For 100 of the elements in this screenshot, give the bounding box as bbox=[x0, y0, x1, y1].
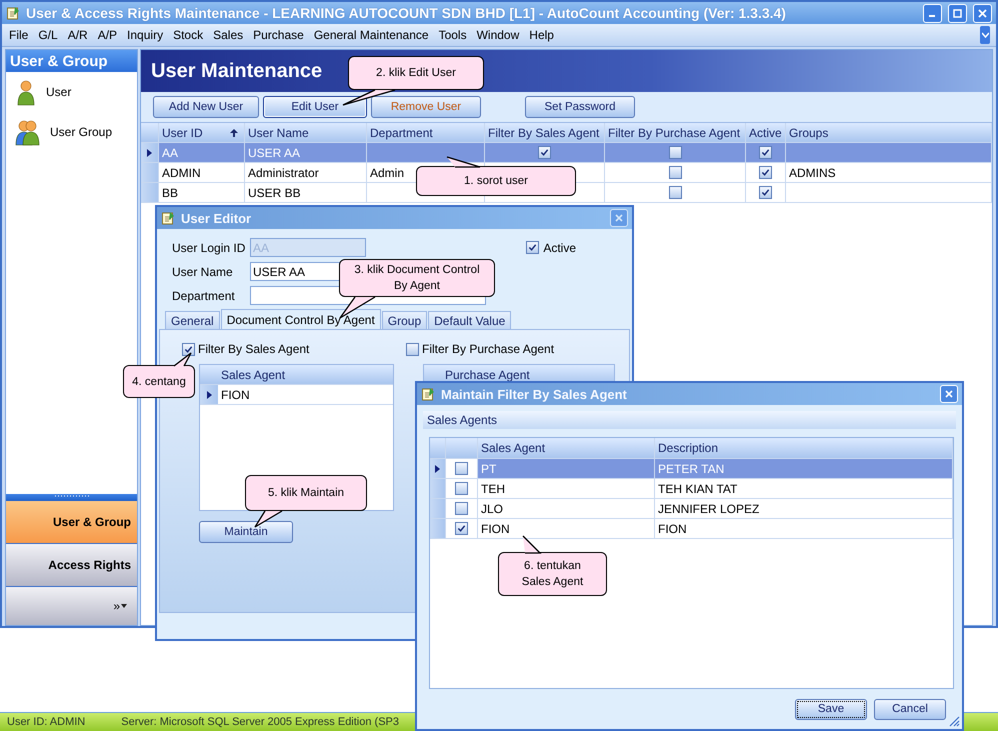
tab[interactable]: General bbox=[165, 311, 220, 329]
row-indicator[interactable] bbox=[430, 459, 446, 479]
row-indicator[interactable] bbox=[141, 143, 159, 163]
sidebar-item[interactable]: User Group bbox=[50, 125, 112, 139]
column-header[interactable]: Sales Agent bbox=[218, 365, 393, 385]
column-header[interactable]: Groups bbox=[786, 123, 992, 143]
status-text: User ID: ADMIN bbox=[7, 716, 86, 728]
close-icon[interactable] bbox=[940, 385, 958, 403]
menu-item[interactable]: File bbox=[8, 28, 30, 42]
callout-note: 6. tentukan Sales Agent bbox=[498, 552, 607, 596]
minimize-icon[interactable] bbox=[923, 4, 942, 22]
checkbox[interactable] bbox=[455, 502, 468, 515]
toolbar-button[interactable]: Add New User bbox=[153, 96, 259, 118]
input-field[interactable]: USER AA bbox=[250, 262, 340, 281]
checkbox-label: Filter By Sales Agent bbox=[198, 342, 310, 356]
checkbox[interactable] bbox=[406, 342, 419, 356]
menu-item[interactable]: A/P bbox=[96, 28, 118, 42]
dialog-title: Maintain Filter By Sales Agent bbox=[441, 386, 628, 402]
nav-button[interactable]: Access Rights bbox=[6, 544, 137, 587]
close-icon[interactable] bbox=[973, 4, 992, 22]
table-cell: PT bbox=[478, 459, 655, 479]
header-corner bbox=[141, 123, 159, 143]
dialog-button[interactable]: Cancel bbox=[874, 698, 946, 720]
checkbox[interactable] bbox=[668, 146, 682, 159]
table-cell: FION bbox=[655, 519, 953, 539]
maximize-icon[interactable] bbox=[948, 4, 967, 22]
tab[interactable]: Default Value bbox=[428, 311, 512, 329]
notepad-icon bbox=[161, 211, 175, 225]
column-header[interactable]: Active bbox=[746, 123, 786, 143]
menu-item[interactable]: Sales bbox=[212, 28, 244, 42]
column-header[interactable]: User ID bbox=[159, 123, 245, 143]
resize-grip-icon[interactable] bbox=[948, 715, 960, 727]
notepad-icon bbox=[421, 387, 435, 401]
menu-item[interactable]: Help bbox=[528, 28, 555, 42]
table-cell: USER BB bbox=[245, 183, 367, 203]
checkbox-label: Active bbox=[543, 240, 576, 254]
notepad-icon bbox=[6, 6, 20, 20]
current-row-icon bbox=[206, 390, 212, 398]
toolbar-button[interactable]: Set Password bbox=[525, 96, 635, 118]
dialog-title: User Editor bbox=[181, 210, 252, 226]
toolbar-button[interactable]: Edit User bbox=[263, 96, 367, 118]
menu-item[interactable]: Inquiry bbox=[126, 28, 164, 42]
table-cell: JENNIFER LOPEZ bbox=[655, 499, 953, 519]
tab[interactable]: Group bbox=[382, 311, 428, 329]
nav-button[interactable]: User & Group bbox=[6, 501, 137, 544]
column-header[interactable]: Filter By Sales Agent bbox=[485, 123, 605, 143]
table-cell: BB bbox=[159, 183, 245, 203]
menu-item[interactable]: Tools bbox=[438, 28, 468, 42]
column-header[interactable]: Department bbox=[367, 123, 485, 143]
more-button[interactable]: » bbox=[113, 599, 120, 613]
menu-item[interactable]: G/L bbox=[37, 28, 59, 42]
checkbox[interactable] bbox=[668, 166, 682, 179]
checkbox[interactable] bbox=[759, 166, 772, 179]
group-title: Sales Agents bbox=[423, 411, 956, 429]
table-cell: JLO bbox=[478, 499, 655, 519]
checkbox[interactable] bbox=[526, 241, 540, 254]
checkbox[interactable] bbox=[455, 482, 468, 495]
column-header[interactable]: Filter By Purchase Agent bbox=[605, 123, 746, 143]
menu-item[interactable]: General Maintenance bbox=[312, 28, 430, 42]
header-corner bbox=[430, 438, 446, 459]
field-label: Department bbox=[172, 288, 236, 302]
checkbox[interactable] bbox=[668, 186, 682, 199]
table-cell: FION bbox=[218, 385, 393, 405]
page-title: User Maintenance bbox=[151, 60, 322, 82]
column-header[interactable]: User Name bbox=[245, 123, 367, 143]
maintain-button[interactable]: Maintain bbox=[199, 521, 293, 543]
checkbox[interactable] bbox=[759, 186, 772, 199]
table-cell: PETER TAN bbox=[655, 459, 953, 479]
field-label: User Name bbox=[172, 264, 234, 278]
sidebar-item[interactable]: User bbox=[46, 85, 72, 99]
checkbox[interactable] bbox=[455, 522, 468, 535]
header-corner bbox=[200, 365, 218, 385]
current-row-icon bbox=[147, 148, 152, 156]
table-cell: TEH bbox=[478, 479, 655, 499]
tab[interactable]: Document Control By Agent bbox=[220, 309, 381, 329]
dialog-button[interactable]: Save bbox=[795, 698, 867, 720]
checkbox[interactable] bbox=[182, 342, 195, 356]
field-label: User Login ID bbox=[172, 240, 246, 254]
window-title: User & Access Rights Maintenance - LEARNING AUTOCOUNT SDN BHD [L1] - AutoCount Accounting (Ver: 1.3.3.4) bbox=[26, 5, 787, 21]
row-indicator[interactable] bbox=[200, 385, 218, 405]
grip-dots-icon bbox=[54, 494, 88, 498]
menu-item[interactable]: A/R bbox=[66, 28, 89, 42]
table-cell: USER AA bbox=[245, 143, 367, 163]
column-header[interactable]: Description bbox=[655, 438, 953, 459]
menu-item[interactable]: Purchase bbox=[252, 28, 305, 42]
chevron-icon[interactable] bbox=[980, 26, 990, 44]
table-cell: ADMIN bbox=[159, 163, 245, 183]
splitter-bar[interactable] bbox=[6, 493, 137, 501]
checkbox[interactable] bbox=[455, 462, 468, 475]
status-text: Server: Microsoft SQL Server 2005 Express Edition (SP3 bbox=[121, 716, 399, 728]
current-row-icon bbox=[435, 464, 440, 472]
menu-item[interactable]: Stock bbox=[172, 28, 204, 42]
checkbox[interactable] bbox=[759, 146, 772, 159]
column-header[interactable]: Sales Agent bbox=[478, 438, 655, 459]
checkbox[interactable] bbox=[538, 146, 551, 159]
callout-pointer bbox=[520, 534, 544, 554]
checkbox-label: Filter By Purchase Agent bbox=[422, 342, 554, 356]
table-cell: FION bbox=[478, 519, 655, 539]
close-icon[interactable] bbox=[610, 209, 628, 227]
menu-item[interactable]: Window bbox=[476, 28, 520, 42]
